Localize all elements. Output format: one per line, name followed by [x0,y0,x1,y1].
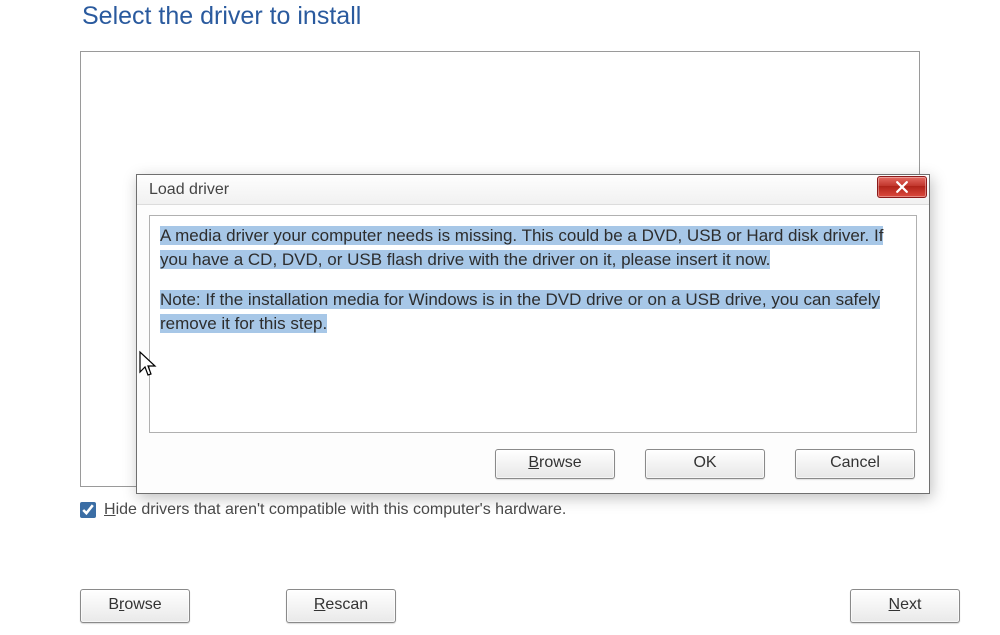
dialog-button-row: Browse OK Cancel [495,449,915,479]
dialog-ok-button[interactable]: OK [645,449,765,479]
hide-incompatible-checkbox[interactable] [80,502,96,518]
load-driver-dialog: Load driver A media driver your computer… [136,174,930,494]
close-button[interactable] [877,176,927,198]
browse-button[interactable]: Browse [80,589,190,623]
page-title: Select the driver to install [40,2,960,31]
hide-incompatible-row[interactable]: Hide drivers that aren't compatible with… [80,501,920,519]
dialog-message-2: Note: If the installation media for Wind… [160,290,880,333]
close-icon [896,181,908,193]
hide-incompatible-label: Hide drivers that aren't compatible with… [104,501,566,519]
dialog-cancel-button[interactable]: Cancel [795,449,915,479]
dialog-title: Load driver [149,181,229,199]
bottom-button-row: Browse Rescan [80,589,396,623]
dialog-message-1: A media driver your computer needs is mi… [160,226,883,269]
next-button[interactable]: Next [850,589,960,623]
dialog-body: A media driver your computer needs is mi… [149,215,917,433]
dialog-browse-button[interactable]: Browse [495,449,615,479]
rescan-button[interactable]: Rescan [286,589,396,623]
dialog-titlebar[interactable]: Load driver [137,175,929,205]
